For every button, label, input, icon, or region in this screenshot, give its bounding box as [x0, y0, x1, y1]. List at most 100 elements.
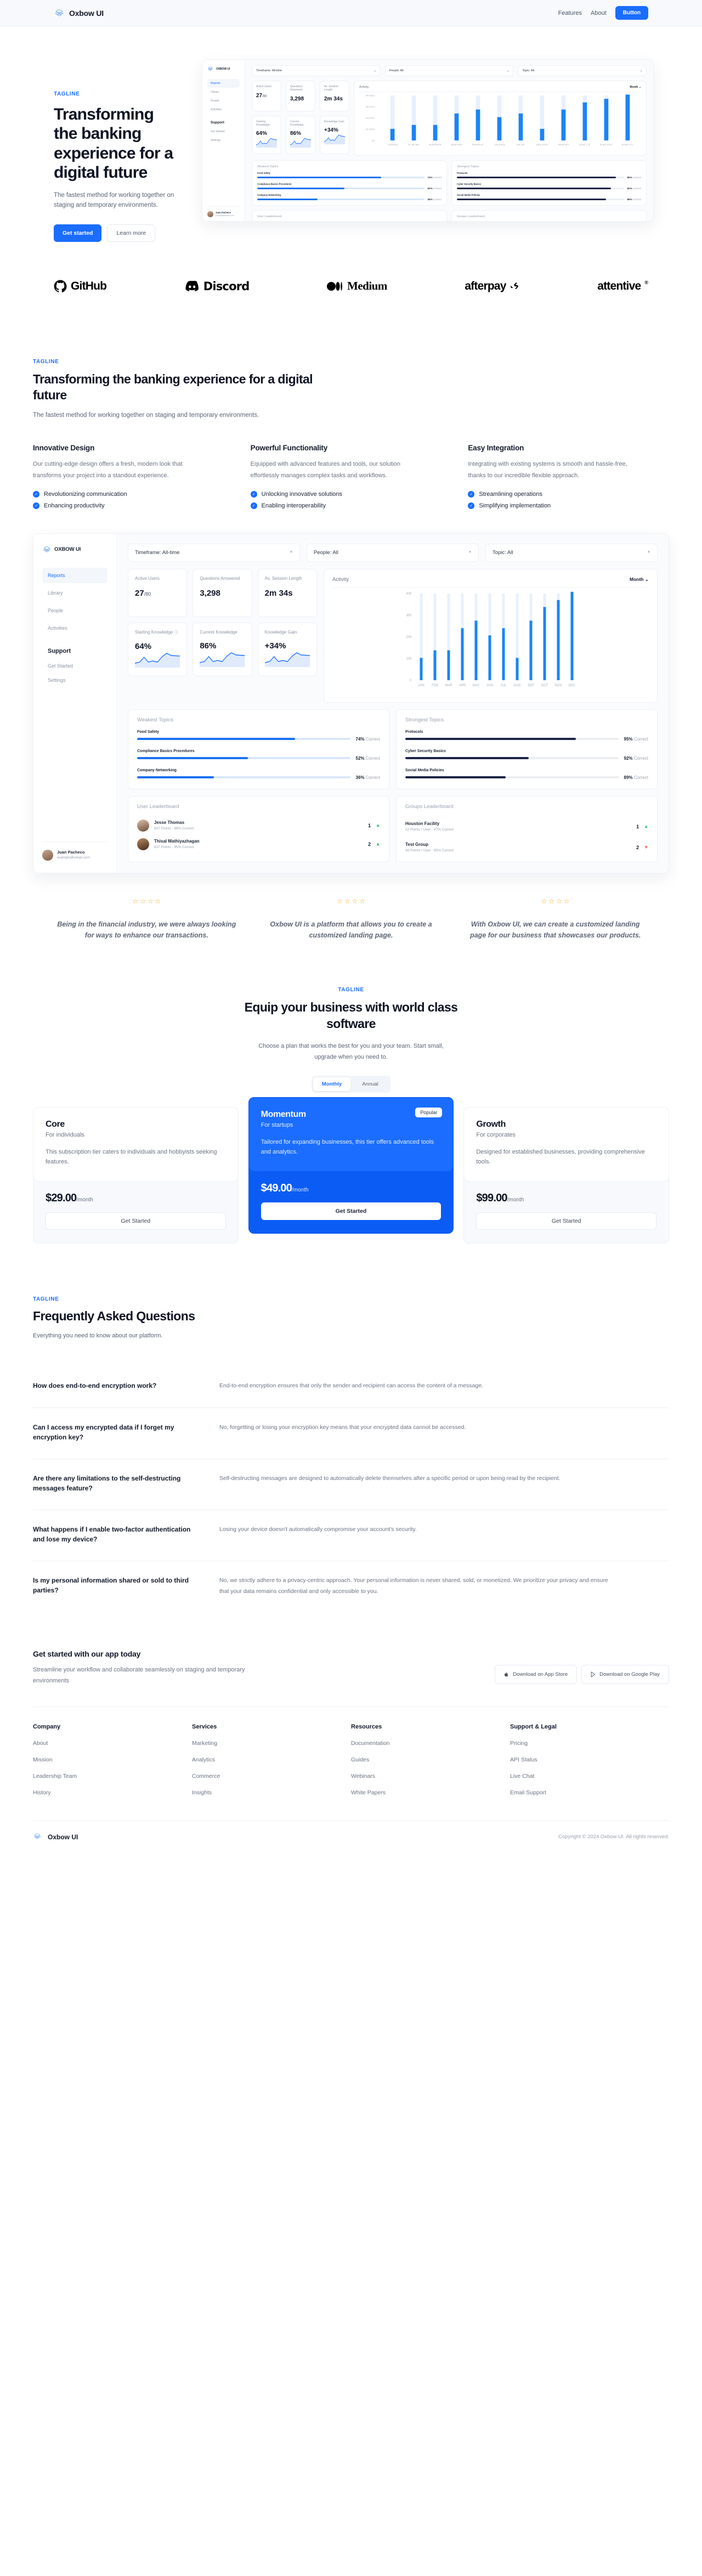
plan-card-momentum: Popular Momentum For startups Tailored f…	[248, 1097, 454, 1234]
dashboard-account[interactable]: Juan Pacheco example@email.com	[207, 206, 240, 217]
kpi-row-1: Active Users 27/80 Questions Answered 3,…	[128, 568, 317, 617]
faq-item[interactable]: Can I access my encrypted data if I forg…	[33, 1408, 669, 1459]
filter-people[interactable]: People: All ▼	[307, 543, 479, 562]
footer-link[interactable]: Analytics	[192, 1756, 351, 1763]
activity-period-selector[interactable]: Month ⌄	[630, 86, 641, 89]
learn-more-button[interactable]: Learn more	[107, 224, 156, 242]
topic-pct: 89% Correct	[624, 775, 648, 780]
logo-attentive: attentive ®	[597, 280, 648, 293]
filter-people[interactable]: People: All ▼	[384, 65, 514, 76]
footer-link[interactable]: Pricing	[510, 1740, 669, 1747]
footer-link[interactable]: Mission	[33, 1756, 192, 1763]
dashboard-logo-text: OXBOW UI	[216, 67, 230, 71]
svg-text:DEC: DEC	[569, 684, 576, 687]
filter-topic[interactable]: Topic: All ▼	[518, 65, 647, 76]
footer-link[interactable]: Guides	[351, 1756, 510, 1763]
topic-row: Protocols 95% Correct	[405, 730, 648, 742]
nav-cta-button[interactable]: Button	[615, 6, 648, 20]
footer-link[interactable]: Commerce	[192, 1773, 351, 1780]
faq-item[interactable]: Is my personal information shared or sol…	[33, 1561, 669, 1613]
dashboard-nav-activities[interactable]: Activities	[207, 105, 240, 114]
sparkline-chart	[134, 653, 180, 668]
plan-cta-button[interactable]: Get Started	[476, 1212, 657, 1230]
dashboard-nav-get-started[interactable]: Get Started	[42, 659, 107, 673]
info-icon[interactable]: ⓘ	[174, 631, 178, 635]
strongest-topics-title: Strongest Topics	[457, 165, 479, 168]
brand-logo[interactable]: Oxbow UI	[54, 9, 104, 18]
copyright: Copyright © 2024 Oxbow UI. All rights re…	[558, 1834, 669, 1840]
toggle-monthly[interactable]: Monthly	[313, 1077, 350, 1091]
get-started-button[interactable]: Get started	[54, 224, 102, 242]
activity-chart-card: Activity Month ⌄ 0 100 200 300 400 JAN FEB MAR A…	[324, 568, 658, 703]
plan-price: $99.00/month	[476, 1192, 656, 1205]
logo-label: Medium	[347, 279, 387, 293]
kpi-value: 3,298	[290, 96, 304, 102]
billing-period-toggle[interactable]: Monthly Annual	[312, 1075, 390, 1093]
star-icon: ☆	[336, 897, 343, 905]
dashboard-account[interactable]: Juan Pacheco example@email.com	[42, 841, 107, 861]
logo-label: Discord	[203, 279, 250, 293]
topic-name: Food Safety	[137, 730, 160, 734]
dashboard-nav-settings[interactable]: Settings	[42, 673, 107, 687]
activity-title: Activity	[359, 86, 369, 89]
footer-link[interactable]: Email Support	[510, 1789, 669, 1796]
rank: 2	[368, 841, 371, 847]
footer-link[interactable]: API Status	[510, 1756, 669, 1763]
group-meta: 48 Points / User - 95% Correct	[405, 848, 454, 852]
footer-link[interactable]: Documentation	[351, 1740, 510, 1747]
filter-timeframe[interactable]: Timeframe: All-time ▼	[128, 543, 300, 562]
app-store-button[interactable]: Download on App Store	[495, 1665, 578, 1685]
dashboard-nav-get-started[interactable]: Get Started	[207, 127, 240, 136]
kpi-number: 27	[256, 93, 263, 99]
dashboard-sidebar: OXBOW UI Reports Library People Activiti…	[202, 60, 245, 221]
footer-link[interactable]: Insights	[192, 1789, 351, 1796]
footer-link[interactable]: About	[33, 1740, 192, 1747]
google-play-button[interactable]: Download on Google Play	[581, 1665, 669, 1685]
dashboard-nav-activities[interactable]: Activities	[42, 620, 107, 636]
plan-cta-button[interactable]: Get Started	[46, 1212, 226, 1230]
strongest-topics-card: Strongest Topics Protocols 95% Correct C…	[451, 160, 647, 206]
footer-column-title: Resources	[351, 1723, 382, 1730]
dashboard-nav-reports[interactable]: Reports	[42, 567, 107, 583]
account-email: example@email.com	[57, 855, 90, 860]
nav-link-features[interactable]: Features	[558, 10, 582, 16]
cta-body: Streamline your workflow and collaborate…	[33, 1667, 245, 1685]
faq-item[interactable]: How does end-to-end encryption work? End…	[33, 1366, 669, 1408]
topic-row: Food Safety 74% Correct	[257, 172, 441, 179]
dashboard-nav-people[interactable]: People	[207, 97, 240, 105]
footer-link[interactable]: White Papers	[351, 1789, 510, 1796]
topic-name: Food Safety	[257, 172, 270, 174]
apple-icon	[505, 1672, 508, 1677]
sparkline-chart	[264, 652, 310, 667]
topic-name: Company Networking	[257, 194, 281, 196]
footer-link[interactable]: Live Chat	[510, 1773, 669, 1780]
activity-bar-chart: 0 100 200 300 400 JAN FEB MAR APR MAY JUN JUL AUG SEP…	[365, 94, 634, 146]
footer-link[interactable]: History	[33, 1789, 192, 1796]
dashboard-nav-settings[interactable]: Settings	[207, 136, 240, 145]
filter-topic[interactable]: Topic: All ▼	[485, 543, 658, 562]
activity-period-selector[interactable]: Month ⌄	[630, 577, 649, 583]
footer-link[interactable]: Leadership Team	[33, 1773, 192, 1780]
plan-cta-button[interactable]: Get Started	[261, 1202, 441, 1221]
svg-text:200: 200	[365, 117, 375, 120]
svg-text:MAR: MAR	[429, 143, 441, 146]
plan-footer: $49.00/month Get Started	[249, 1171, 454, 1233]
dashboard-nav-reports[interactable]: Reports	[207, 79, 240, 88]
google-play-label: Download on Google Play	[599, 1671, 660, 1678]
footer-link[interactable]: Marketing	[192, 1740, 351, 1747]
dashboard-nav-library[interactable]: Library	[42, 585, 107, 601]
dashboard-nav-library[interactable]: Library	[207, 88, 240, 97]
checklist-label: Enhancing productivity	[44, 502, 105, 509]
toggle-annual[interactable]: Annual	[352, 1077, 389, 1091]
faq-item[interactable]: What happens if I enable two-factor auth…	[33, 1510, 669, 1561]
nav-link-about[interactable]: About	[591, 10, 607, 16]
kpi-value: 64%	[135, 641, 152, 651]
account-email: example@email.com	[216, 214, 234, 217]
faq-item[interactable]: Are there any limitations to the self-de…	[33, 1459, 669, 1510]
kpi-label: Questions Answered	[290, 85, 303, 92]
footer-brand[interactable]: Oxbow UI	[33, 1833, 78, 1841]
dashboard-nav-people[interactable]: People	[42, 603, 107, 618]
footer-link[interactable]: Webinars	[351, 1773, 510, 1780]
filter-timeframe[interactable]: Timeframe: All-time ▼	[252, 65, 381, 76]
trend-up-icon: ▲	[376, 823, 380, 828]
